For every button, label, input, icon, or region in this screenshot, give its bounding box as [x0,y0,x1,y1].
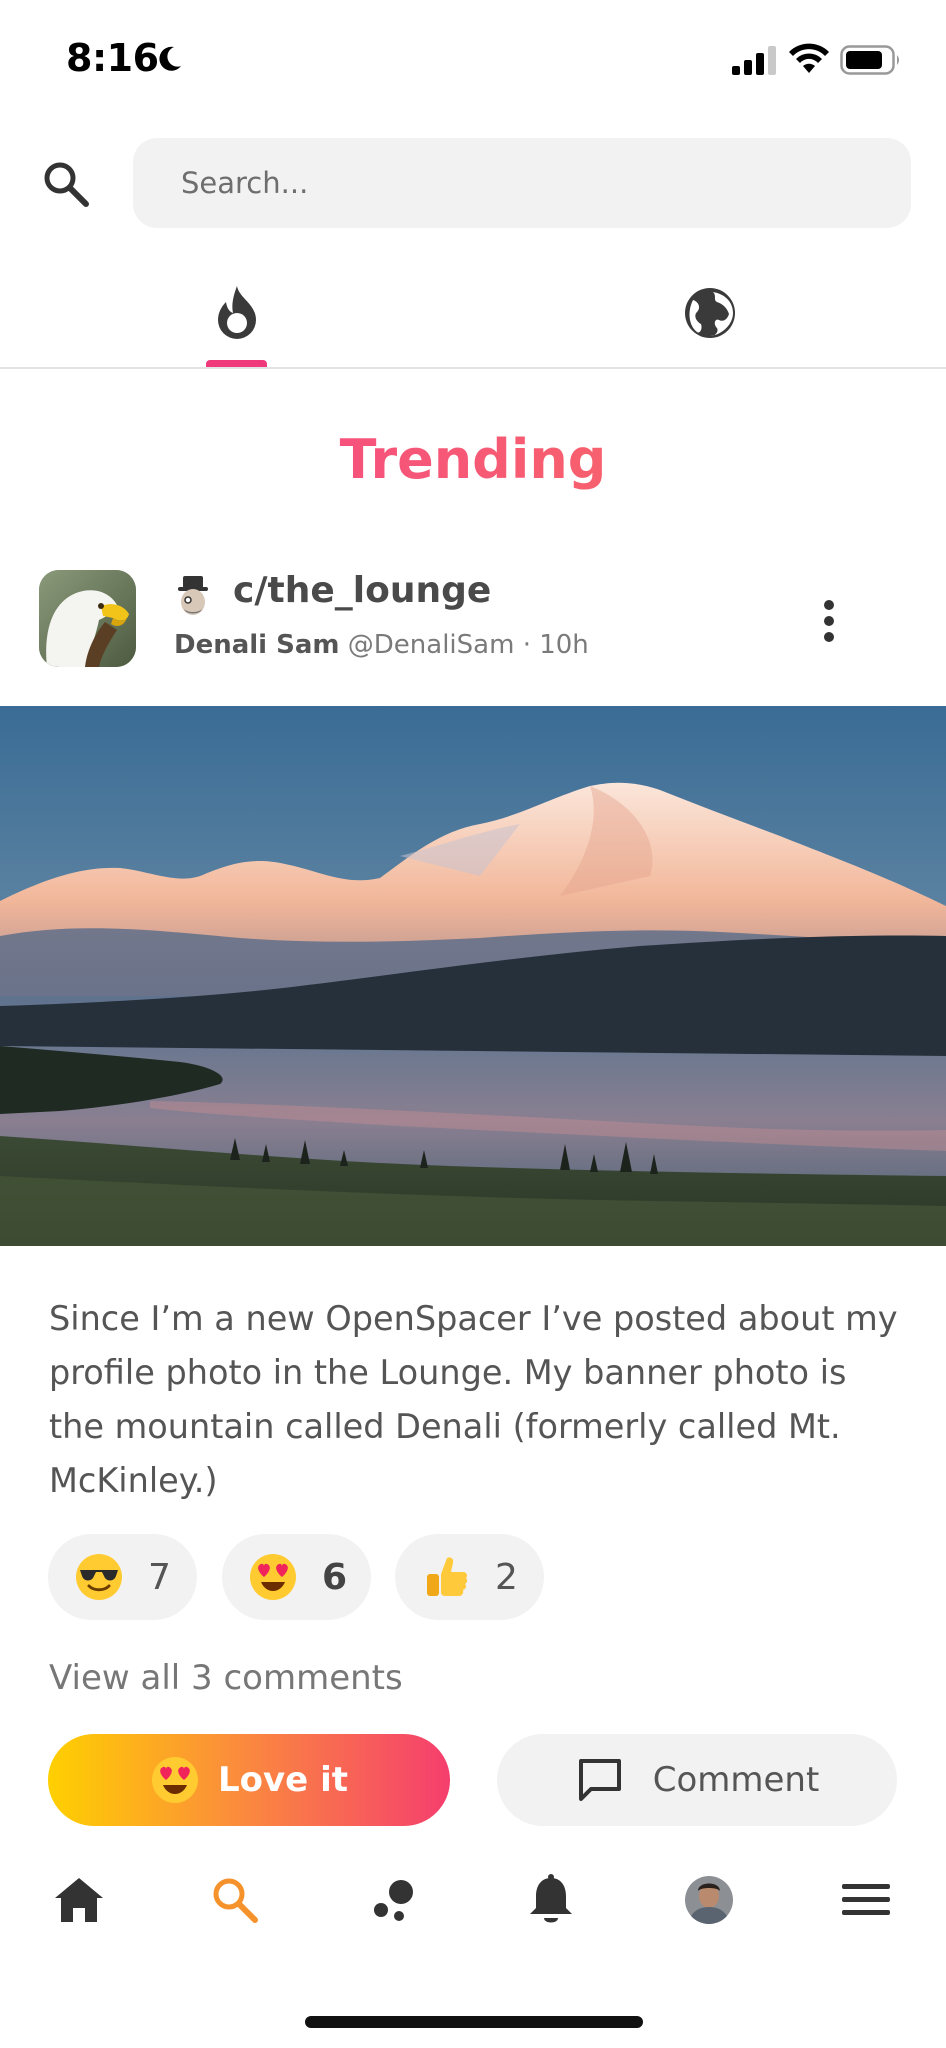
nav-profile[interactable] [679,1870,739,1930]
community-name[interactable]: c/the_lounge [233,570,491,611]
moon-icon [159,46,181,71]
post-text: Since I’m a new OpenSpacer I’ve posted a… [49,1299,898,1500]
thumbs-up-emoji-icon [427,1557,468,1596]
more-options-button[interactable] [812,592,846,650]
battery-icon [840,45,899,75]
tab-divider [0,367,946,369]
search-field[interactable] [133,138,911,228]
communities-icon [374,1880,413,1921]
reaction-count: 2 [495,1556,518,1598]
reaction-heart-eyes[interactable]: 6 [222,1534,371,1620]
globe-icon [685,288,735,338]
search-icon [213,1878,258,1923]
home-indicator[interactable] [305,2016,643,2028]
reaction-sunglasses[interactable]: 7 [48,1534,197,1620]
reaction-count: 7 [148,1556,171,1598]
dot [824,600,834,610]
section-title: Trending [0,428,946,491]
tab-trending[interactable] [157,268,317,368]
heart-eyes-emoji-icon [152,1757,198,1803]
view-all-comments-link[interactable]: View all 3 comments [49,1658,403,1698]
search-icon[interactable] [40,158,92,210]
comment-icon [578,1759,621,1801]
signal-icon [732,46,776,75]
nav-communities[interactable] [363,1870,423,1930]
nav-notifications[interactable] [521,1870,581,1930]
avatar-icon [685,1876,733,1924]
nav-search[interactable] [205,1870,265,1930]
wifi-icon [789,43,829,73]
post-image[interactable] [0,706,946,1246]
author-handle[interactable]: @DenaliSam [348,630,515,660]
nav-menu[interactable] [836,1870,896,1930]
comment-button[interactable]: Comment [497,1734,897,1826]
author-name[interactable]: Denali Sam [174,630,340,660]
dot [824,632,834,642]
eagle-avatar-image [39,570,136,667]
search-input[interactable] [181,166,911,200]
tab-global[interactable] [630,268,790,368]
flame-icon [218,286,256,339]
home-icon [55,1878,103,1922]
sunglasses-emoji-icon [76,1554,122,1600]
reaction-thumbs-up[interactable]: 2 [395,1534,544,1620]
love-it-label: Love it [218,1760,348,1800]
hamburger-icon [842,1884,890,1915]
status-bar: 8:16 [0,0,946,120]
community-avatar[interactable] [39,570,136,667]
heart-eyes-emoji-icon [250,1554,296,1600]
post-time: · 10h [522,630,589,660]
community-icon [178,576,208,615]
comment-label: Comment [652,1760,820,1800]
love-it-button[interactable]: Love it [48,1734,450,1826]
reaction-count: 6 [322,1556,348,1598]
post-meta: Denali Sam @DenaliSam · 10h [174,630,589,660]
dot [824,616,834,626]
nav-home[interactable] [49,1870,109,1930]
status-time: 8:16 [66,36,159,80]
bell-icon [530,1874,572,1923]
